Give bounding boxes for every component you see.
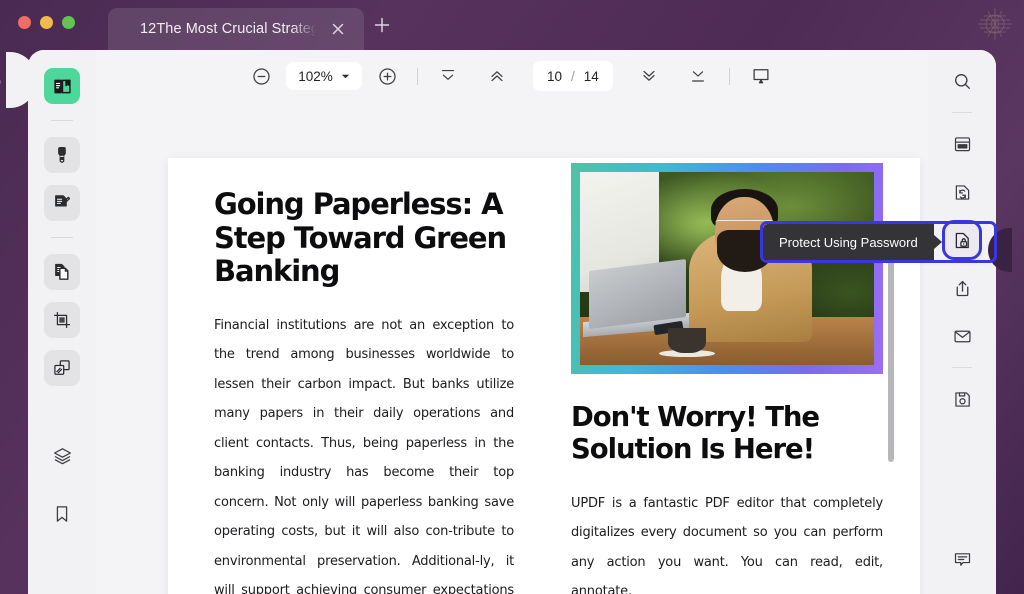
book-reader-icon	[53, 79, 71, 93]
window-controls	[18, 16, 75, 29]
sidebar-item-save-as[interactable]	[945, 382, 979, 416]
left-rail-notch	[0, 52, 36, 108]
document-body-left: Financial institutions are not an except…	[214, 317, 514, 594]
document-heading-left: Going Paperless: A Step Toward Green Ban…	[214, 187, 507, 289]
rail-separator	[952, 112, 972, 113]
first-page-button[interactable]	[435, 63, 461, 89]
first-page-icon	[442, 70, 454, 80]
titlebar: 12The Most Crucial Strateg	[0, 0, 1024, 50]
document-left-column: Going Paperless: A Step Toward Green Ban…	[214, 187, 514, 594]
chevron-down-double-icon	[643, 70, 655, 81]
document-heading-right: Don't Worry! The Solution Is Here!	[571, 401, 820, 466]
tab-document[interactable]: 12The Most Crucial Strateg	[108, 8, 364, 50]
document-body-right: UPDF is a fantastic PDF editor that comp…	[571, 495, 883, 594]
sidebar-item-comments-panel[interactable]	[945, 542, 979, 576]
new-tab-icon[interactable]	[372, 15, 392, 35]
convert-icon	[54, 360, 70, 375]
app-body: 102% 10 / 14 Going Paperless: A Step Tow…	[0, 50, 1012, 594]
bookmark-icon	[56, 506, 68, 522]
app-window: 12The Most Crucial Strateg 102% 10 / 14 …	[0, 0, 1024, 594]
zoom-level-value: 102%	[298, 68, 333, 84]
minimize-window-button[interactable]	[40, 16, 53, 29]
ocr-icon: OCR	[954, 136, 970, 151]
sidebar-item-batch-process[interactable]	[945, 175, 979, 209]
total-pages-value: 14	[583, 68, 599, 84]
sidebar-item-layers[interactable]	[44, 438, 80, 474]
share-upload-icon	[956, 280, 968, 296]
sidebar-item-bookmarks[interactable]	[44, 496, 80, 532]
rail-separator	[51, 237, 73, 238]
toolbar-divider	[417, 67, 418, 85]
sidebar-item-search[interactable]	[945, 64, 979, 98]
edit-document-icon	[55, 195, 71, 207]
document-canvas[interactable]: Going Paperless: A Step Toward Green Ban…	[96, 102, 928, 594]
tooltip-protect-using-password: Protect Using Password	[760, 221, 997, 263]
rail-notch-dot	[0, 79, 1, 85]
zoom-out-button[interactable]	[248, 63, 274, 89]
pages-icon	[55, 263, 69, 280]
close-icon[interactable]	[330, 21, 346, 37]
chevron-down-icon	[341, 74, 349, 78]
comment-icon	[954, 552, 970, 566]
last-page-button[interactable]	[685, 63, 711, 89]
top-toolbar: 102% 10 / 14	[96, 50, 928, 102]
sidebar-item-organize-pages[interactable]	[44, 254, 80, 290]
right-rail-notch	[988, 228, 1012, 272]
presentation-mode-button[interactable]	[748, 63, 774, 89]
layers-icon	[53, 447, 71, 464]
next-page-button[interactable]	[636, 63, 662, 89]
toolbar-divider	[728, 67, 730, 85]
vertical-scrollbar[interactable]	[888, 242, 894, 462]
zoom-in-button[interactable]	[374, 63, 400, 89]
current-page-value: 10	[547, 68, 563, 84]
svg-text:OCR: OCR	[958, 144, 967, 148]
rail-separator	[952, 367, 972, 368]
close-window-button[interactable]	[18, 16, 31, 29]
zoom-level-select[interactable]: 102%	[286, 62, 362, 90]
sidebar-item-email[interactable]	[945, 319, 979, 353]
sidebar-item-convert-pdf[interactable]	[44, 350, 80, 386]
chevron-up-double-icon	[491, 71, 503, 82]
search-icon	[954, 73, 970, 89]
batch-refresh-icon	[955, 184, 969, 200]
sidebar-item-protect-using-password[interactable]	[942, 220, 982, 260]
last-page-icon	[691, 71, 704, 82]
tab-title: 12The Most Crucial Strateg	[140, 21, 316, 37]
sidebar-item-crop-page[interactable]	[44, 302, 80, 338]
crop-icon	[54, 312, 70, 328]
document-lock-icon	[955, 232, 969, 248]
plus-circle-icon	[378, 67, 396, 85]
sidebar-item-share[interactable]	[945, 271, 979, 305]
page-separator: /	[571, 68, 575, 84]
right-toolbar: OCR	[928, 50, 1012, 594]
minus-circle-icon	[252, 67, 270, 85]
tab-title-wrap: 12The Most Crucial Strateg	[140, 8, 316, 50]
maximize-window-button[interactable]	[62, 16, 75, 29]
sidebar-item-edit-pdf[interactable]	[44, 185, 80, 221]
tooltip-arrow	[933, 235, 942, 249]
previous-page-button[interactable]	[484, 63, 510, 89]
highlighter-icon	[58, 147, 66, 164]
sidebar-item-comment-tool[interactable]	[44, 137, 80, 173]
sidebar-item-ocr[interactable]: OCR	[945, 127, 979, 161]
left-toolbar	[0, 50, 96, 594]
present-screen-icon	[753, 69, 769, 84]
envelope-icon	[953, 330, 971, 342]
tooltip-label: Protect Using Password	[763, 224, 934, 260]
rail-separator	[51, 120, 73, 121]
page-number-input[interactable]: 10 / 14	[533, 61, 613, 91]
floppy-save-icon	[954, 391, 970, 407]
sidebar-item-reader-mode[interactable]	[44, 68, 80, 104]
